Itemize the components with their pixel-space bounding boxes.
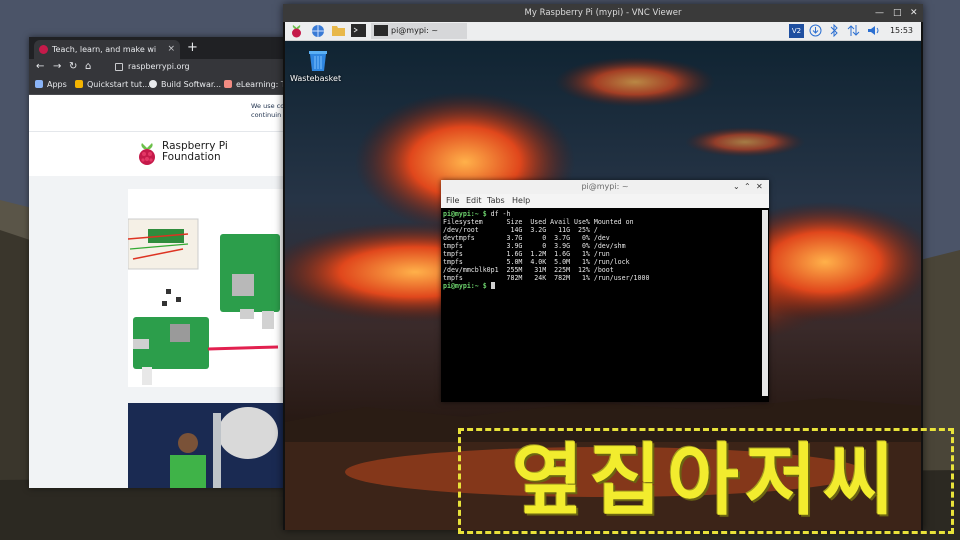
browser-window[interactable]: Teach, learn, and make wi × + ← → ↻ ⌂ ra…: [29, 37, 299, 488]
tab-close-icon[interactable]: ×: [167, 40, 175, 59]
bookmark-apps[interactable]: Apps: [35, 80, 67, 89]
df-output-line: tmpfs 782M 24K 782M 1% /run/user/1000: [443, 274, 650, 282]
terminal-close-button[interactable]: ✕: [756, 180, 763, 194]
vnc-server-tray-icon[interactable]: V2: [789, 24, 804, 38]
file-manager-icon[interactable]: [331, 24, 346, 38]
github-icon: [149, 80, 157, 88]
hero-image-person-telescope: [128, 403, 299, 488]
reload-icon[interactable]: ↻: [69, 61, 77, 72]
df-output-line: Filesystem Size Used Avail Use% Mounted …: [443, 218, 634, 226]
wastebasket-icon[interactable]: [307, 48, 329, 72]
browser-tab-raspberrypi[interactable]: Teach, learn, and make wi ×: [34, 40, 180, 59]
apps-grid-icon: [35, 80, 43, 88]
bookmark-build-software[interactable]: Build Softwar...: [149, 80, 221, 89]
site-header: Raspberry Pi Foundation: [29, 131, 299, 176]
bookmark-favicon-icon: [75, 80, 83, 88]
df-output-line: tmpfs 5.0M 4.0K 5.0M 1% /run/lock: [443, 258, 630, 266]
back-arrow-icon[interactable]: ←: [36, 61, 44, 72]
hero-image-electronics: [128, 189, 299, 387]
cookie-text: continuin: [251, 111, 282, 119]
home-icon[interactable]: ⌂: [85, 61, 91, 72]
raspberry-favicon-icon: [39, 45, 48, 54]
bookmarks-bar: Apps Quickstart tut... Build Softwar... …: [29, 77, 299, 95]
df-output-line: /dev/root 14G 3.2G 11G 25% /: [443, 226, 598, 234]
terminal-window[interactable]: pi@mypi: ~ ⌄ ⌃ ✕ File Edit Tabs Help pi@…: [441, 180, 769, 402]
lock-icon: [115, 62, 123, 71]
browser-tab-strip: Teach, learn, and make wi × +: [29, 37, 299, 59]
menu-help[interactable]: Help: [512, 194, 530, 208]
network-arrows-icon[interactable]: [847, 24, 861, 38]
terminal-minimize-button[interactable]: ⌄: [733, 180, 740, 194]
volume-icon[interactable]: [867, 24, 881, 38]
taskbar-task-terminal[interactable]: pi@mypi: ~: [371, 23, 467, 39]
terminal-maximize-button[interactable]: ⌃: [744, 180, 751, 194]
taskbar-clock[interactable]: 15:53: [890, 22, 913, 40]
cookie-banner: We use co continuin: [29, 95, 299, 131]
new-tab-button[interactable]: +: [187, 39, 198, 57]
vnc-window-title: My Raspberry Pi (mypi) - VNC Viewer: [524, 8, 682, 18]
df-output-line: devtmpfs 3.7G 0 3.7G 0% /dev: [443, 234, 610, 242]
watermark-text: 옆집아저씨: [511, 436, 901, 526]
bookmark-elearning[interactable]: eLearning: Ta: [224, 80, 289, 89]
pi-taskbar: pi@mypi: ~ V2 15:53: [285, 22, 921, 41]
web-browser-icon[interactable]: [311, 24, 326, 38]
typed-command: df -h: [486, 210, 511, 218]
terminal-title: pi@mypi: ~: [581, 182, 629, 191]
df-output-line: /dev/mmcblk0p1 255M 31M 225M 12% /boot: [443, 266, 614, 274]
close-button[interactable]: ✕: [910, 4, 918, 22]
watermark-stamp: 옆집아저씨: [458, 428, 954, 534]
bookmark-favicon-icon: [224, 80, 232, 88]
forward-arrow-icon[interactable]: →: [53, 61, 61, 72]
terminal-output[interactable]: pi@mypi:~ $ df -h Filesystem Size Used A…: [443, 210, 759, 396]
df-output-line: tmpfs 1.6G 1.2M 1.6G 1% /run: [443, 250, 610, 258]
cookie-text: We use co: [251, 102, 285, 110]
bookmark-quickstart[interactable]: Quickstart tut...: [75, 80, 150, 89]
terminal-launcher-icon[interactable]: [351, 24, 366, 38]
text-cursor: [490, 282, 495, 289]
terminal-menu-bar: File Edit Tabs Help: [441, 194, 769, 208]
browser-toolbar: ← → ↻ ⌂ raspberrypi.org: [29, 59, 299, 77]
menu-tabs[interactable]: Tabs: [487, 194, 505, 208]
tab-title: Teach, learn, and make wi: [52, 45, 157, 54]
wastebasket-label[interactable]: Wastebasket: [290, 74, 341, 83]
raspberry-pi-logo-icon[interactable]: [136, 141, 158, 167]
page-content: We use co continuin Raspberry Pi Foundat…: [29, 95, 299, 488]
shell-prompt: pi@mypi:~ $: [443, 210, 487, 218]
download-icon[interactable]: [809, 24, 823, 38]
address-bar[interactable]: raspberrypi.org: [115, 62, 190, 71]
shell-prompt: pi@mypi:~ $: [443, 282, 491, 290]
raspberry-menu-icon[interactable]: [290, 24, 303, 38]
minimize-button[interactable]: —: [875, 4, 884, 22]
vnc-title-bar[interactable]: My Raspberry Pi (mypi) - VNC Viewer — □ …: [283, 4, 923, 22]
menu-edit[interactable]: Edit: [466, 194, 482, 208]
menu-file[interactable]: File: [446, 194, 459, 208]
terminal-scrollbar[interactable]: [762, 210, 768, 396]
terminal-title-bar[interactable]: pi@mypi: ~ ⌄ ⌃ ✕: [441, 180, 769, 194]
bluetooth-icon[interactable]: [829, 23, 841, 38]
site-logo-text[interactable]: Raspberry Pi Foundation: [162, 141, 228, 163]
terminal-icon: [374, 25, 388, 36]
url-text: raspberrypi.org: [128, 62, 190, 71]
maximize-button[interactable]: □: [893, 4, 902, 22]
df-output-line: tmpfs 3.9G 0 3.9G 0% /dev/shm: [443, 242, 626, 250]
